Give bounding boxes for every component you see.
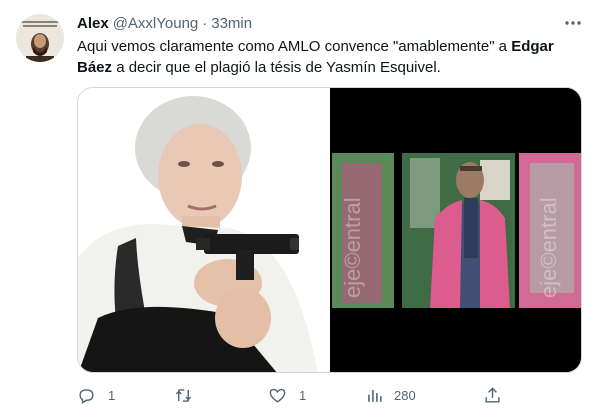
tweet-text-part1: Aqui vemos claramente como AMLO convence…: [77, 38, 512, 55]
media-image-right[interactable]: eje©entral eje©entral: [330, 88, 581, 372]
share-button[interactable]: [483, 383, 502, 407]
author-name[interactable]: Alex: [77, 15, 109, 32]
tweet-text: Aqui vemos claramente como AMLO convence…: [77, 36, 577, 78]
like-count: 1: [299, 387, 307, 403]
reply-icon: [79, 388, 94, 404]
more-icon: [565, 21, 581, 25]
heart-icon: [269, 388, 286, 403]
share-icon: [485, 386, 500, 403]
elderly-man-in-jacket-photo: eje©entral eje©entral: [330, 88, 581, 372]
timestamp[interactable]: 33min: [211, 15, 252, 32]
watermark-right: eje©entral: [536, 197, 561, 298]
reply-count: 1: [108, 387, 116, 403]
retweet-button[interactable]: [174, 383, 205, 407]
views-button[interactable]: 280: [365, 383, 416, 407]
tweet-media[interactable]: eje©entral eje©entral: [77, 87, 582, 373]
reply-button[interactable]: 1: [77, 383, 115, 407]
views-icon: [368, 389, 382, 402]
elderly-woman-with-gun-photo: [78, 88, 330, 372]
avatar[interactable]: [16, 14, 64, 62]
tweet[interactable]: Alex @AxxlYoung · 33min Aqui vemos clara…: [0, 0, 599, 418]
author-handle[interactable]: @AxxlYoung: [113, 15, 199, 32]
tweet-text-part2: a decir que el plagió la tésis de Yasmín…: [112, 59, 441, 76]
tweet-header: Alex @AxxlYoung · 33min: [77, 13, 252, 33]
media-image-left[interactable]: [78, 88, 330, 372]
more-options-button[interactable]: [562, 13, 584, 33]
watermark-left: eje©entral: [340, 197, 365, 298]
views-count: 280: [394, 387, 416, 403]
like-button[interactable]: 1: [268, 383, 306, 407]
retweet-icon: [175, 388, 192, 402]
tweet-actions: 1 1 280: [77, 383, 507, 407]
separator: ·: [202, 14, 208, 32]
profile-photo: [16, 14, 64, 62]
